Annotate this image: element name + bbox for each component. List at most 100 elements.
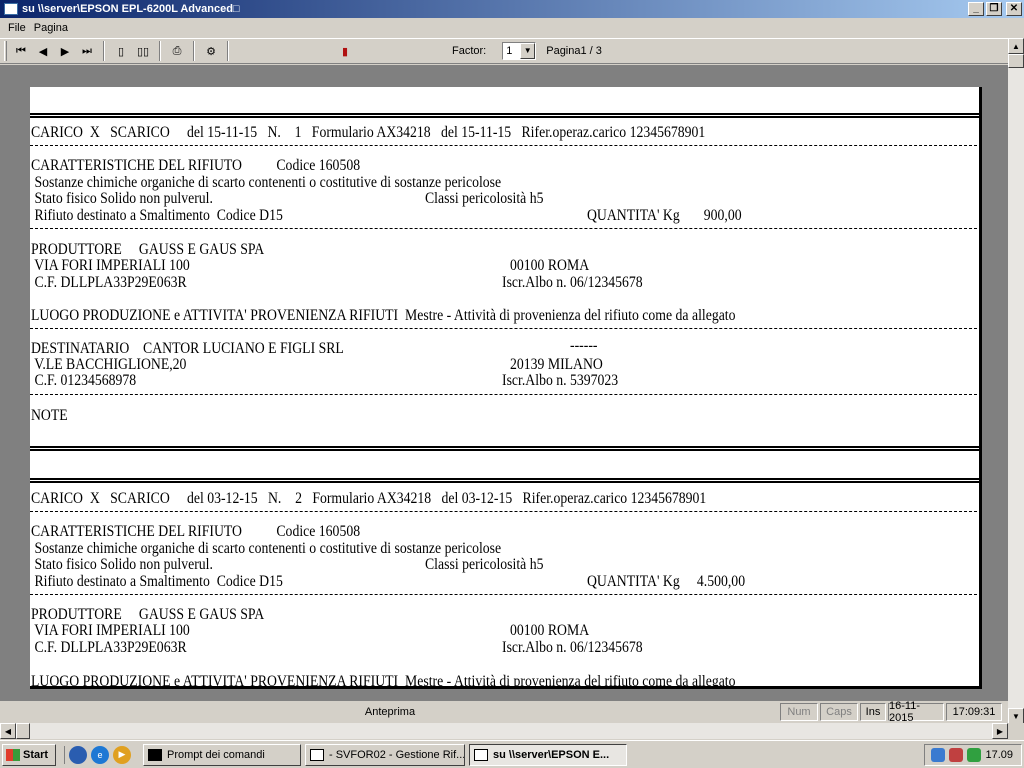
system-tray: 17.09 (924, 744, 1022, 766)
minimize-button[interactable]: _ (968, 2, 984, 16)
record-header: CARICO X SCARICO del 15-11-15 N. 1 Formu… (31, 124, 706, 141)
status-date: 16-11-2015 (888, 700, 944, 724)
windows-logo-icon (6, 748, 20, 761)
produttore-albo: Iscr.Albo n. 06/12345678 (502, 639, 643, 656)
factor-label: Factor: (452, 45, 487, 57)
app-icon (4, 3, 18, 15)
status-mode: Anteprima (364, 706, 416, 718)
title-bar[interactable]: su \\server\EPSON EPL-6200L Advanced□ _ … (0, 0, 1024, 18)
destinatario-line: DESTINATARIO CANTOR LUCIANO E FIGLI SRL (31, 340, 344, 357)
toolbar: ⏮ ◀ ▶ ⏭ ▯ ▯▯ ⎙ ⚙ ▮ Factor: 1 ▼ Pagina1 /… (0, 38, 1008, 64)
luogo-line: LUOGO PRODUZIONE e ATTIVITA' PROVENIENZA… (31, 673, 736, 689)
produttore-line: PRODUTTORE GAUSS E GAUS SPA (31, 606, 265, 623)
task-label: - SVFOR02 - Gestione Rif... (329, 748, 465, 761)
menu-file[interactable]: File (4, 22, 30, 34)
toolbar-grip[interactable] (4, 41, 7, 61)
task-svfor02[interactable]: - SVFOR02 - Gestione Rif... (305, 743, 465, 766)
toolbar-separator (227, 41, 229, 61)
scroll-up-button[interactable]: ▲ (1008, 38, 1024, 54)
produttore-albo: Iscr.Albo n. 06/12345678 (502, 274, 643, 291)
report-page: CARICO X SCARICO del 15-11-15 N. 1 Formu… (30, 87, 982, 689)
start-button[interactable]: Start (2, 743, 56, 766)
sostanze-line: Sostanze chimiche organiche di scarto co… (31, 540, 502, 557)
destinatario-cf: C.F. 01234568978 (31, 372, 137, 389)
window-icon (474, 748, 488, 761)
stato-line: Stato fisico Solido non pulverul. (31, 190, 213, 207)
factor-select[interactable]: 1 ▼ (502, 42, 537, 60)
last-page-icon[interactable]: ⏭ (76, 41, 98, 61)
restore-button[interactable]: ❐ (986, 2, 1002, 16)
factor-value: 1 (506, 45, 513, 57)
destinatario-albo: Iscr.Albo n. 5397023 (502, 372, 619, 389)
caps-lock-indicator: Caps (820, 703, 858, 721)
tray-clock[interactable]: 17.09 (985, 749, 1013, 761)
menu-pagina[interactable]: Pagina (30, 22, 72, 34)
toolbar-separator (103, 41, 105, 61)
quick-launch: e ▶ (64, 745, 135, 764)
produttore-cf: C.F. DLLPLA33P29E063R (31, 274, 187, 291)
record-header: CARICO X SCARICO del 03-12-15 N. 2 Formu… (31, 490, 707, 507)
produttore-line: PRODUTTORE GAUSS E GAUS SPA (31, 241, 265, 258)
chevron-down-icon[interactable]: ▼ (520, 43, 536, 59)
network-icon[interactable] (931, 748, 946, 762)
two-pages-icon[interactable]: ▯▯ (132, 41, 154, 61)
media-player-icon[interactable]: ▶ (113, 745, 131, 764)
vertical-scrollbar[interactable]: ▲ ▼ (1008, 38, 1024, 724)
security-icon[interactable] (949, 748, 964, 762)
page-indicator: Pagina1 / 3 (546, 45, 602, 57)
print-icon[interactable]: ⎙ (166, 41, 188, 61)
preview-area[interactable]: CARICO X SCARICO del 15-11-15 N. 1 Formu… (0, 65, 1008, 701)
rifiuto-line: Rifiuto destinato a Smaltimento Codice D… (31, 573, 283, 590)
toolbar-separator (159, 41, 161, 61)
dashed-rule (30, 394, 979, 395)
produttore-cap: 00100 ROMA (510, 622, 590, 639)
horizontal-scrollbar[interactable]: ◀ ▶ (0, 723, 1008, 739)
horizontal-scroll-thumb[interactable] (16, 723, 30, 739)
destinatario-address: V.LE BACCHIGLIONE,20 (31, 356, 187, 373)
next-page-icon[interactable]: ▶ (54, 41, 76, 61)
dashed-rule (30, 511, 979, 512)
close-button[interactable]: ✕ (1006, 2, 1022, 16)
quantita-line: QUANTITA' Kg 900,00 (587, 207, 742, 224)
status-bar: Anteprima Num Caps Ins 16-11-2015 17:09:… (0, 700, 1024, 724)
start-label: Start (23, 748, 49, 761)
size-grip[interactable] (1008, 723, 1024, 739)
destinatario-cap: 20139 MILANO (510, 356, 603, 373)
status-time: 17:09:31 (946, 703, 1002, 721)
internet-explorer-icon[interactable]: e (91, 745, 109, 764)
num-lock-indicator: Num (780, 703, 818, 721)
task-prompt[interactable]: Prompt dei comandi (143, 743, 301, 766)
desktop-icon[interactable] (69, 745, 87, 764)
vertical-scroll-thumb[interactable] (1008, 54, 1024, 68)
caratteristiche-line: CARATTERISTICHE DEL RIFIUTO Codice 16050… (31, 523, 361, 540)
destinatario-dash: ------ (570, 337, 598, 354)
prev-page-icon[interactable]: ◀ (32, 41, 54, 61)
produttore-address: VIA FORI IMPERIALI 100 (31, 622, 190, 639)
exit-door-icon[interactable]: ▮ (334, 41, 356, 61)
task-label: Prompt dei comandi (167, 748, 265, 761)
dashed-rule (30, 228, 979, 229)
first-page-icon[interactable]: ⏮ (10, 41, 32, 61)
menu-bar: File Pagina (0, 18, 1024, 37)
double-rule (30, 478, 979, 483)
produttore-address: VIA FORI IMPERIALI 100 (31, 257, 190, 274)
stato-line: Stato fisico Solido non pulverul. (31, 556, 213, 573)
produttore-cf: C.F. DLLPLA33P29E063R (31, 639, 187, 656)
toolbar-separator (193, 41, 195, 61)
scroll-left-button[interactable]: ◀ (0, 723, 16, 739)
cmd-icon (148, 748, 162, 761)
classi-line: Classi pericolosità h5 (425, 190, 544, 207)
task-label: su \\server\EPSON E... (493, 748, 610, 761)
dashed-rule (30, 594, 979, 595)
single-page-icon[interactable]: ▯ (110, 41, 132, 61)
produttore-cap: 00100 ROMA (510, 257, 590, 274)
dashed-rule (30, 328, 979, 329)
update-icon[interactable] (967, 748, 982, 762)
scroll-right-button[interactable]: ▶ (992, 723, 1008, 739)
dashed-rule (30, 145, 979, 146)
printer-setup-icon[interactable]: ⚙ (200, 41, 222, 61)
rifiuto-line: Rifiuto destinato a Smaltimento Codice D… (31, 207, 283, 224)
luogo-line: LUOGO PRODUZIONE e ATTIVITA' PROVENIENZA… (31, 307, 736, 324)
double-rule (30, 113, 979, 118)
task-epson-preview[interactable]: su \\server\EPSON E... (469, 743, 627, 766)
